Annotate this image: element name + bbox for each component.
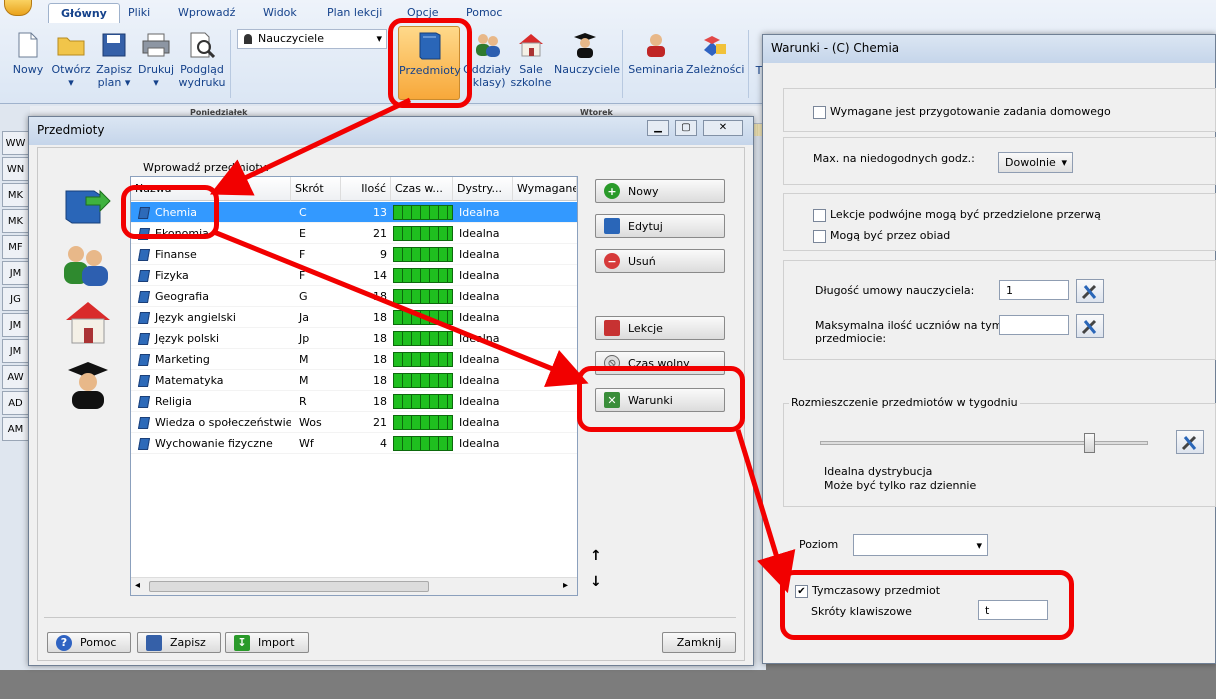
annotation-highlight bbox=[388, 18, 472, 108]
arrow-to-warunki bbox=[213, 229, 589, 388]
annotation-highlight bbox=[780, 570, 1074, 640]
annotation-highlight bbox=[121, 185, 219, 239]
arrow-to-temporary bbox=[735, 429, 796, 594]
annotation-highlight bbox=[577, 366, 745, 432]
arrow-to-table bbox=[209, 97, 412, 196]
